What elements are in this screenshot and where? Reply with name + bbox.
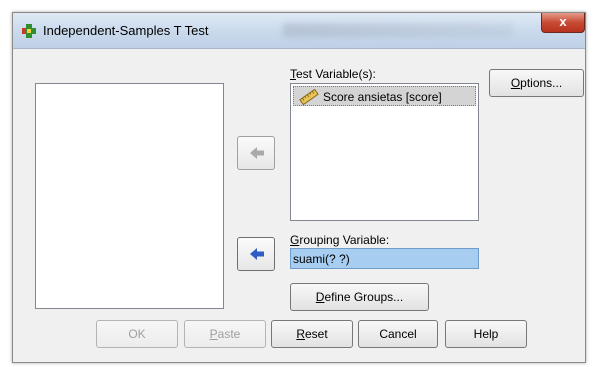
spss-app-icon [22,24,36,38]
cancel-button[interactable]: Cancel [358,320,438,348]
ok-button[interactable]: OK [96,320,178,348]
options-label: ptions... [520,76,563,90]
independent-samples-t-test-dialog: Independent-Samples T Test x Test Variab… [12,12,586,363]
grouping-variable-label: Grouping Variable: [290,233,389,247]
grouping-variable-label-mnemonic: G [290,233,300,247]
test-variable-label: Score ansietas [score] [323,90,442,104]
paste-button[interactable]: Paste [184,320,266,348]
background-window-text [100,0,440,8]
dialog-title: Independent-Samples T Test [43,23,209,38]
reset-mnemonic: R [296,327,305,341]
move-to-test-variables-button[interactable] [237,136,275,170]
grouping-variable-field[interactable]: suami(? ?) [290,248,479,269]
title-bar[interactable]: Independent-Samples T Test x [13,13,585,49]
list-item[interactable]: Score ansietas [score] [293,86,476,106]
paste-mnemonic: P [209,327,218,341]
blurred-title-area [283,23,513,37]
options-mnemonic: O [510,76,521,90]
help-button[interactable]: Help [445,320,527,348]
move-to-grouping-variable-button[interactable] [237,237,275,271]
close-button[interactable]: x [541,13,585,33]
define-groups-button[interactable]: Define Groups... [290,283,429,311]
test-variables-label: Test Variable(s): [290,67,376,81]
grouping-variable-label-text: rouping Variable: [299,233,390,247]
paste-label: aste [217,327,241,341]
dialog-body: Test Variable(s): Score ansietas [score]… [13,50,585,362]
reset-button[interactable]: Reset [271,320,353,348]
test-variables-list[interactable]: Score ansietas [score] [290,83,479,221]
source-variable-list[interactable] [35,83,224,309]
arrow-right-icon [250,147,264,159]
options-button[interactable]: Options... [489,69,584,97]
define-groups-label: efine Groups... [324,290,404,304]
scale-variable-icon [299,89,319,105]
arrow-right-icon [250,248,264,260]
reset-label: eset [304,327,328,341]
test-variables-label-text: est Variable(s): [296,67,376,81]
